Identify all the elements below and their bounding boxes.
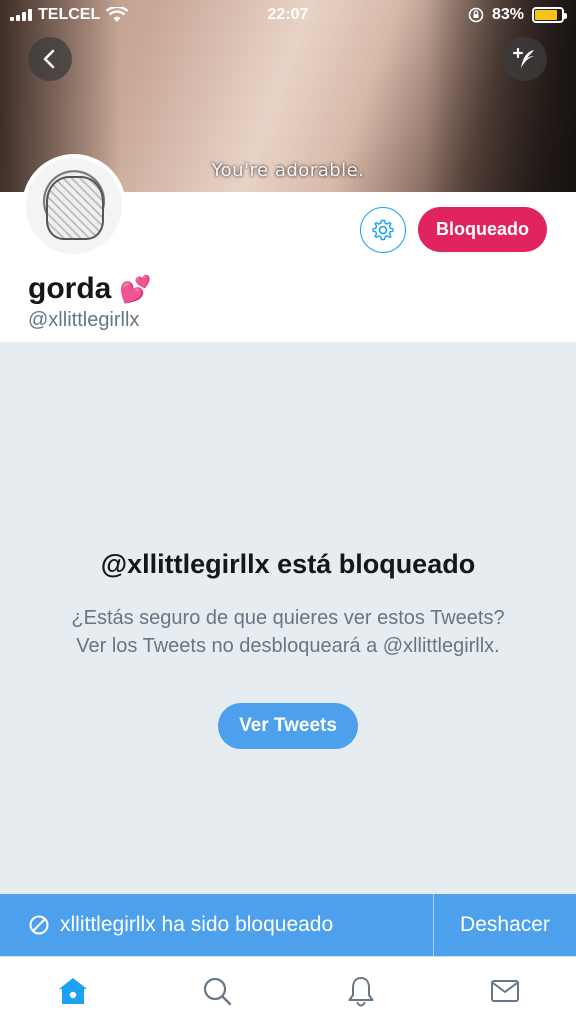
blocked-icon (29, 915, 49, 935)
search-icon (203, 977, 232, 1006)
battery-icon (532, 7, 567, 23)
hearts-emoji: 💕 (119, 273, 152, 304)
snackbar: xllittlegirllx ha sido bloqueado Deshace… (0, 894, 576, 956)
status-bar: TELCEL 22:07 83% (0, 0, 576, 30)
tab-home[interactable] (51, 969, 95, 1013)
tab-bar (0, 956, 576, 1024)
blocked-title: @xllittlegirllx está bloqueado (100, 549, 476, 579)
tab-notifications[interactable] (339, 969, 383, 1013)
display-name: gorda 💕 (28, 272, 152, 306)
view-tweets-button[interactable]: Ver Tweets (218, 703, 358, 749)
profile-handle: @xllittlegirllx (28, 309, 140, 331)
undo-button[interactable]: Deshacer (434, 894, 576, 956)
settings-button[interactable] (360, 207, 406, 253)
orientation-lock-icon (468, 7, 484, 23)
back-button[interactable] (28, 37, 72, 81)
home-icon (59, 978, 87, 1004)
compose-tweet-button[interactable] (503, 37, 547, 81)
gear-icon (372, 219, 394, 241)
mail-icon (491, 980, 519, 1002)
compose-feather-icon (512, 47, 534, 68)
battery-percent: 83% (491, 6, 524, 23)
blocked-description: ¿Estás seguro de que quieres ver estos T… (71, 607, 505, 657)
snackbar-message: xllittlegirllx ha sido bloqueado (28, 894, 333, 956)
avatar[interactable] (22, 154, 126, 258)
snackbar-text: xllittlegirllx ha sido bloqueado (60, 913, 334, 936)
blocked-button[interactable]: Bloqueado (418, 207, 547, 252)
avatar-image (26, 158, 122, 254)
bell-icon (348, 977, 374, 1007)
display-name-text: gorda (28, 272, 112, 305)
chevron-left-icon (43, 49, 55, 69)
tab-search[interactable] (195, 969, 239, 1013)
tab-messages[interactable] (483, 969, 527, 1013)
